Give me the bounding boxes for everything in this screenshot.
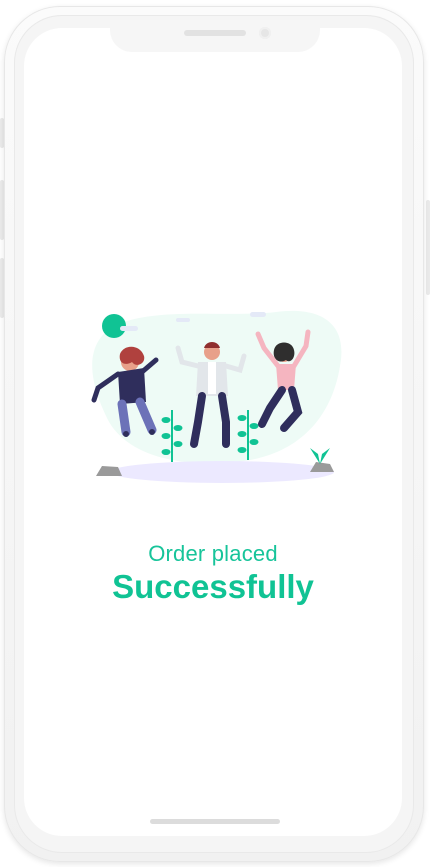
cloud-icon: [250, 312, 266, 317]
rock-left: [96, 466, 122, 476]
device-mockup: Order placed Successfully: [0, 0, 430, 867]
cloud-icon: [120, 326, 138, 331]
sun-circle: [102, 314, 126, 338]
cloud-icon: [176, 318, 190, 322]
ground-shadow: [110, 461, 334, 483]
celebration-illustration: [91, 310, 342, 483]
order-success-message: Order placed Successfully: [24, 540, 402, 606]
notch: [110, 20, 320, 52]
power-button: [426, 200, 430, 295]
rock-right: [310, 462, 334, 472]
home-indicator[interactable]: [150, 819, 280, 824]
front-camera: [259, 27, 271, 39]
speaker-grille: [184, 30, 246, 36]
plant-right: [310, 448, 330, 464]
order-status-label: Order placed: [148, 541, 278, 566]
success-heading: Successfully: [112, 568, 314, 605]
